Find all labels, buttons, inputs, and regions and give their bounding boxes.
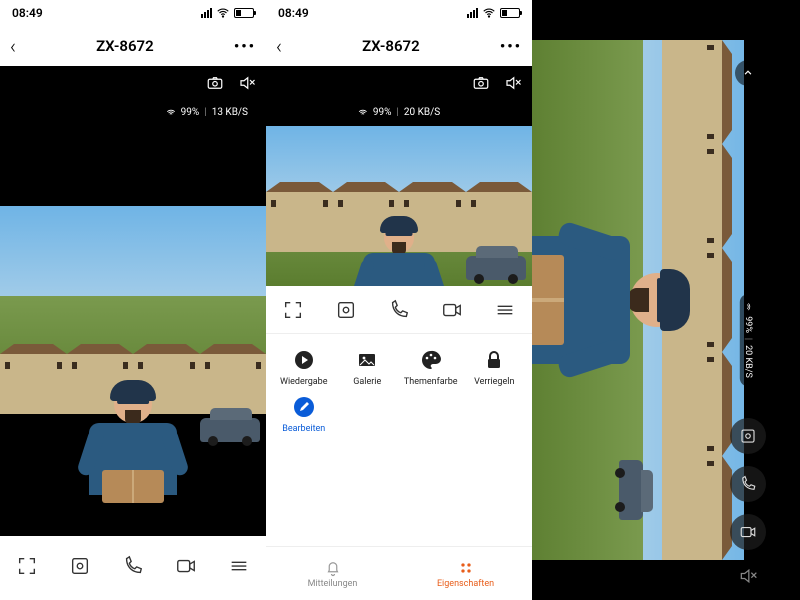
- video-icon[interactable]: [175, 555, 197, 577]
- scene-person: [532, 220, 684, 380]
- quick-actions: [266, 286, 532, 334]
- status-right: [467, 6, 520, 20]
- bottom-toolbar: [0, 536, 266, 596]
- battery-icon: [500, 8, 520, 18]
- status-bar: 08:49: [266, 0, 532, 26]
- header: ‹ ZX-8672 •••: [266, 26, 532, 66]
- mute-icon[interactable]: [238, 74, 256, 92]
- feature-label: Wiedergabe: [280, 377, 328, 387]
- mute-icon[interactable]: [504, 74, 522, 92]
- status-bar: 08:49: [0, 0, 266, 26]
- options-icon[interactable]: [228, 555, 250, 577]
- feature-label: Galerie: [353, 377, 381, 387]
- video-icon[interactable]: [441, 299, 463, 321]
- feature-gallery[interactable]: Galerie: [338, 348, 398, 387]
- signal-icon: [201, 8, 212, 18]
- page-title: ZX-8672: [96, 37, 154, 55]
- back-button[interactable]: ‹: [10, 34, 16, 58]
- video-button[interactable]: [730, 514, 766, 550]
- battery-icon: [234, 8, 254, 18]
- tab-label: Eigenschaften: [437, 579, 494, 589]
- camera-scene: [0, 206, 266, 406]
- feature-label: Themenfarbe: [404, 377, 458, 387]
- signal-pct: 99%: [373, 107, 392, 118]
- collapse-button[interactable]: [735, 60, 761, 86]
- video-area[interactable]: 99% | 20 KB/S: [266, 66, 532, 286]
- signal-pct: 99%: [181, 107, 200, 118]
- data-rate: 20 KB/S: [404, 107, 440, 118]
- header: ‹ ZX-8672 •••: [0, 26, 266, 66]
- status-time: 08:49: [278, 6, 309, 20]
- camera-scene: [266, 126, 532, 286]
- feature-grid: Wiedergabe Galerie Themenfarbe Verriegel…: [266, 334, 532, 440]
- data-rate: 13 KB/S: [212, 107, 248, 118]
- tab-notifications[interactable]: Mitteilungen: [266, 547, 399, 600]
- record-icon[interactable]: [69, 555, 91, 577]
- snapshot-icon[interactable]: [206, 74, 224, 92]
- more-button[interactable]: •••: [500, 37, 522, 55]
- page-title: ZX-8672: [362, 37, 420, 55]
- scene-person: [354, 222, 444, 286]
- feature-edit[interactable]: Bearbeiten: [274, 395, 334, 434]
- back-button[interactable]: ‹: [276, 34, 282, 58]
- feature-playback[interactable]: Wiedergabe: [274, 348, 334, 387]
- landscape-controls: 99% | 20 KB/S: [702, 60, 794, 590]
- tab-properties[interactable]: Eigenschaften: [399, 547, 532, 600]
- feature-label: Verriegeln: [474, 377, 514, 387]
- record-button[interactable]: [730, 418, 766, 454]
- snapshot-icon[interactable]: [472, 74, 490, 92]
- scene-car: [466, 256, 526, 280]
- call-icon[interactable]: [388, 299, 410, 321]
- scene-car: [200, 418, 260, 442]
- status-time: 08:49: [12, 6, 43, 20]
- signal-icon: [467, 8, 478, 18]
- tab-label: Mitteilungen: [308, 579, 358, 589]
- wifi-icon: [482, 6, 496, 20]
- feature-theme[interactable]: Themenfarbe: [401, 348, 461, 387]
- stream-stats: 99% | 13 KB/S: [158, 104, 256, 121]
- record-icon[interactable]: [335, 299, 357, 321]
- screen-properties: 08:49 ‹ ZX-8672 ••• 99% | 20 KB/S: [266, 0, 532, 600]
- scene-car: [619, 460, 643, 520]
- options-sheet: Wiedergabe Galerie Themenfarbe Verriegel…: [266, 286, 532, 600]
- data-rate: 20 KB/S: [743, 345, 753, 378]
- more-button[interactable]: •••: [234, 37, 256, 55]
- scene-person: [78, 386, 188, 536]
- feature-label: Bearbeiten: [282, 424, 325, 434]
- screen-landscape: 99% | 20 KB/S: [532, 0, 800, 600]
- signal-pct: 99%: [743, 316, 753, 333]
- wifi-icon: [216, 6, 230, 20]
- options-icon[interactable]: [494, 299, 516, 321]
- fullscreen-icon[interactable]: [282, 299, 304, 321]
- screen-live-view: 08:49 ‹ ZX-8672 ••• 99% | 13 KB/S: [0, 0, 266, 600]
- status-right: [201, 6, 254, 20]
- feature-lock[interactable]: Verriegeln: [465, 348, 525, 387]
- call-button[interactable]: [730, 466, 766, 502]
- fullscreen-icon[interactable]: [16, 555, 38, 577]
- tab-bar: Mitteilungen Eigenschaften: [266, 546, 532, 600]
- video-area[interactable]: 99% | 13 KB/S: [0, 66, 266, 536]
- mute-button[interactable]: [734, 562, 762, 590]
- call-icon[interactable]: [122, 555, 144, 577]
- stream-stats: 99% | 20 KB/S: [350, 104, 448, 121]
- stream-stats: 99% | 20 KB/S: [740, 294, 756, 386]
